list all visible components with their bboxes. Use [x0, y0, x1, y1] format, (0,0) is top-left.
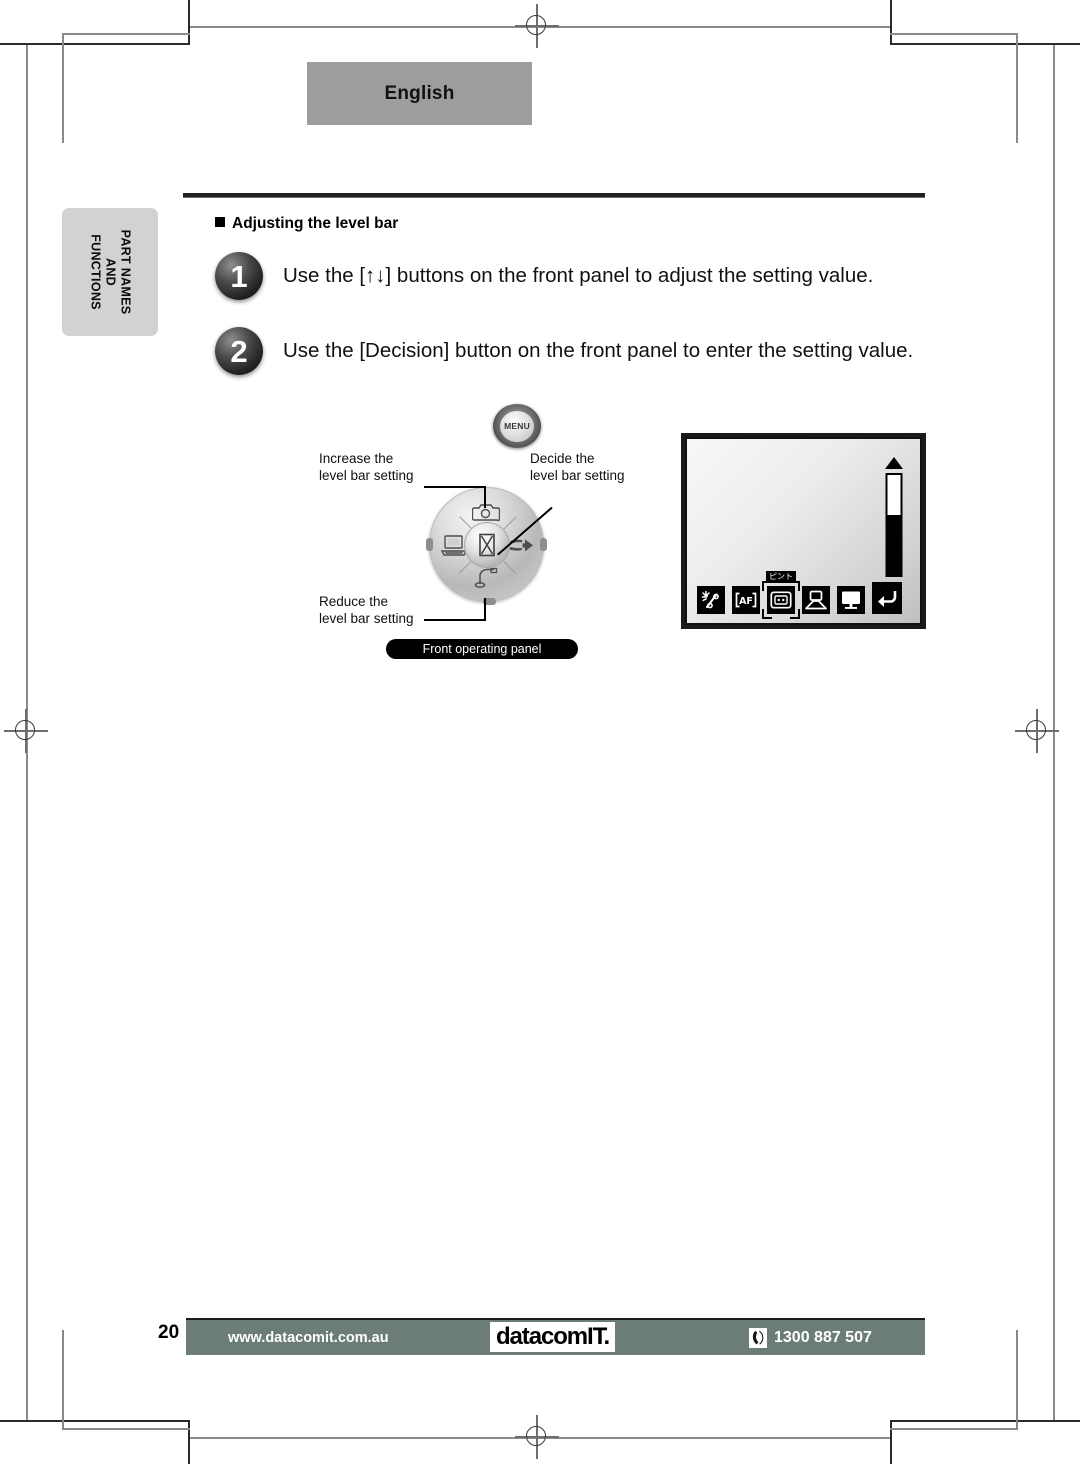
registration-mark-right [1015, 709, 1059, 753]
footer-bar: www.datacomit.com.au datacomIT. 1300 887… [186, 1318, 925, 1355]
leader-line-increase-vertical [484, 486, 486, 508]
camera-icon [471, 501, 501, 523]
focus-bracket-bottom-left [762, 609, 772, 619]
callout-decide: Decide the level bar setting [530, 450, 625, 484]
svg-text:AF: AF [739, 596, 753, 607]
step-1-number: 1 [215, 252, 263, 300]
focus-frame-icon[interactable]: ピント [762, 571, 800, 619]
lcd-screen-display: AF ピント [685, 437, 922, 625]
registration-mark-bottom [515, 1415, 559, 1459]
callout-reduce-line-1: Reduce the [319, 594, 389, 609]
footer-website-url[interactable]: www.datacomit.com.au [228, 1330, 389, 1346]
leader-line-increase-horizontal [424, 486, 486, 488]
level-bar [882, 457, 906, 602]
return-arrow-icon[interactable] [872, 582, 902, 614]
projector-icon[interactable] [802, 586, 830, 614]
page-title: Adjusting the level bar [215, 215, 398, 233]
header-rule [183, 193, 925, 198]
up-triangle-icon [885, 457, 903, 469]
menu-button-label: MENU [504, 421, 530, 431]
level-bar-track [885, 473, 903, 577]
osd-button-row: AF ピント [697, 571, 902, 619]
page-number: 20 [158, 1322, 180, 1343]
section-tab-part-names-and-functions: PART NAMES AND FUNCTIONS [62, 208, 158, 336]
brightness-icon[interactable] [697, 586, 725, 614]
level-bar-fill [887, 515, 901, 575]
leader-line-reduce-horizontal [424, 619, 486, 621]
registration-mark-left [4, 709, 48, 753]
dial-left-tab [426, 538, 433, 551]
step-2-number: 2 [215, 327, 263, 375]
callout-reduce-line-2: level bar setting [319, 611, 414, 626]
front-operating-panel-caption-text: Front operating panel [422, 642, 542, 656]
footer-phone: 1300 887 507 [749, 1327, 872, 1348]
callout-reduce: Reduce the level bar setting [319, 593, 414, 627]
monitor-icon[interactable] [837, 586, 865, 614]
footer-phone-number: 1300 887 507 [774, 1328, 872, 1346]
language-banner-label: English [384, 82, 455, 104]
callout-increase: Increase the level bar setting [319, 450, 414, 484]
step-1: 1 Use the [↑↓] buttons on the front pane… [215, 252, 873, 300]
leader-line-reduce-vertical [484, 598, 486, 621]
datacomit-logo-text: datacomIT. [496, 1323, 610, 1350]
callout-increase-line-1: Increase the [319, 451, 394, 466]
autofocus-af-icon[interactable]: AF [732, 586, 760, 614]
sd-card-icon [507, 537, 535, 553]
step-2-text: Use the [Decision] button on the front p… [283, 339, 914, 362]
lcd-screen-frame: AF ピント [681, 433, 926, 629]
telephone-icon [749, 1327, 767, 1348]
menu-button: MENU [493, 404, 541, 448]
callout-decide-line-1: Decide the [530, 451, 595, 466]
section-tab-line-3: FUNCTIONS [88, 234, 103, 310]
section-tab-line-2: AND [103, 258, 118, 286]
step-2: 2 Use the [Decision] button on the front… [215, 327, 913, 375]
focus-bracket-top-right [790, 581, 800, 591]
front-operating-dial [426, 487, 547, 605]
section-tab-line-1: PART NAMES [118, 229, 133, 315]
language-banner: English [307, 62, 532, 125]
focus-bracket-top-left [762, 581, 772, 591]
page-title-text: Adjusting the level bar [232, 215, 399, 232]
decision-center-icon [478, 533, 495, 556]
decision-center-button [463, 521, 510, 568]
square-bullet-icon [215, 217, 225, 227]
callout-increase-line-2: level bar setting [319, 468, 414, 483]
section-tab-label: PART NAMES AND FUNCTIONS [88, 230, 133, 315]
step-1-text: Use the [↑↓] buttons on the front panel … [283, 264, 874, 287]
datacomit-logo: datacomIT. [490, 1322, 616, 1352]
desk-lamp-icon [473, 566, 499, 588]
focus-bracket-bottom-right [790, 609, 800, 619]
dial-right-tab [540, 538, 547, 551]
registration-mark-top [515, 4, 559, 48]
callout-decide-line-2: level bar setting [530, 468, 625, 483]
menu-button-face: MENU [500, 410, 534, 442]
front-operating-panel-caption: Front operating panel [386, 639, 578, 659]
